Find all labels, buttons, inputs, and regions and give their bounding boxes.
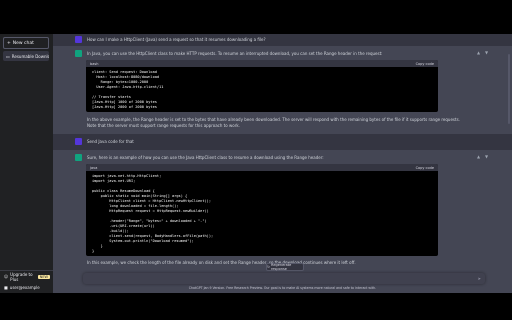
message-text: How can I make a HttpClient (Java) send …: [87, 37, 266, 42]
assistant-message: In Java, you can use the HttpClient clas…: [53, 46, 512, 134]
code-line: }: [92, 249, 95, 253]
code-language: bash: [90, 61, 99, 66]
sidebar-footer: ☺ Upgrade to Plus NEW ■ user@example: [0, 270, 53, 293]
assistant-avatar: [75, 154, 82, 161]
thumbs-up-icon[interactable]: ▲: [477, 154, 482, 159]
regenerate-label: Regenerate response: [271, 263, 292, 271]
scrollbar[interactable]: [508, 54, 510, 124]
sidebar: + New chat ▭ Resumable Download... ☺ Upg…: [0, 34, 53, 293]
message-intro: In Java, you can use the HttpClient clas…: [87, 51, 383, 56]
new-badge: NEW: [37, 274, 50, 279]
code-body: import java.net.http.HttpClient; import j…: [86, 171, 438, 256]
message-intro: Sure, here is an example of how you can …: [87, 155, 324, 160]
code-block: bash Copy code client: Send request: Dow…: [86, 60, 438, 112]
message-input[interactable]: ➤: [83, 273, 485, 284]
code-block: java Copy code import java.net.http.Http…: [86, 164, 438, 256]
code-body: client: Send request: Download Host: loc…: [86, 67, 438, 112]
chat-bubble-icon: ▭: [6, 53, 10, 59]
message-outro-2: Note that the server must support range …: [87, 123, 240, 128]
thumbs-up-icon[interactable]: ▲: [477, 50, 482, 55]
footer-disclaimer: ChatGPT Jan 9 Version. Free Research Pre…: [188, 286, 377, 290]
screen-letterbox-bottom: [0, 293, 512, 320]
upgrade-button[interactable]: ☺ Upgrade to Plus NEW: [0, 271, 53, 282]
send-icon[interactable]: ➤: [478, 276, 481, 281]
user-avatar: [75, 36, 82, 43]
copy-code-button[interactable]: Copy code: [416, 166, 434, 170]
message-outro: In this example, we check the length of …: [87, 260, 356, 265]
conversation-pane: How can I make a HttpClient (Java) send …: [53, 34, 512, 293]
copy-code-button[interactable]: Copy code: [416, 62, 434, 66]
assistant-message: Sure, here is an example of how you can …: [53, 150, 512, 293]
code-language: java: [90, 165, 98, 170]
chat-title: Resumable Download...: [11, 53, 49, 59]
chat-app-window: + New chat ▭ Resumable Download... ☺ Upg…: [0, 34, 512, 293]
plus-icon: +: [7, 40, 11, 46]
message-text: Send Java code for that: [87, 139, 134, 144]
sidebar-item-chat[interactable]: ▭ Resumable Download...: [3, 51, 49, 61]
thumbs-down-icon[interactable]: ▼: [485, 154, 490, 159]
account-label: user@example: [9, 285, 40, 290]
thumbs-down-icon[interactable]: ▼: [485, 50, 490, 55]
avatar: ■: [4, 285, 8, 290]
account-button[interactable]: ■ user@example: [0, 282, 53, 293]
message-outro: In the above example, the Range header i…: [87, 117, 460, 122]
upgrade-label: Upgrade to Plus: [10, 271, 33, 282]
user-message: Send Java code for that: [53, 134, 512, 150]
screen-letterbox-top: [0, 0, 512, 34]
code-header: bash Copy code: [86, 60, 438, 67]
code-header: java Copy code: [86, 164, 438, 171]
new-chat-button[interactable]: + New chat: [3, 37, 49, 49]
message-actions: ▲ ▼: [477, 50, 490, 55]
code-line: [Java-Http] 2000 of 2000 bytes: [92, 105, 157, 109]
regenerate-button[interactable]: ↻ Regenerate response: [266, 263, 304, 271]
new-chat-label: New chat: [12, 40, 34, 46]
user-icon: ☺: [4, 274, 9, 279]
message-actions: ▲ ▼: [477, 154, 490, 159]
assistant-avatar: [75, 50, 82, 57]
user-avatar: [75, 138, 82, 145]
user-message: How can I make a HttpClient (Java) send …: [53, 34, 512, 46]
